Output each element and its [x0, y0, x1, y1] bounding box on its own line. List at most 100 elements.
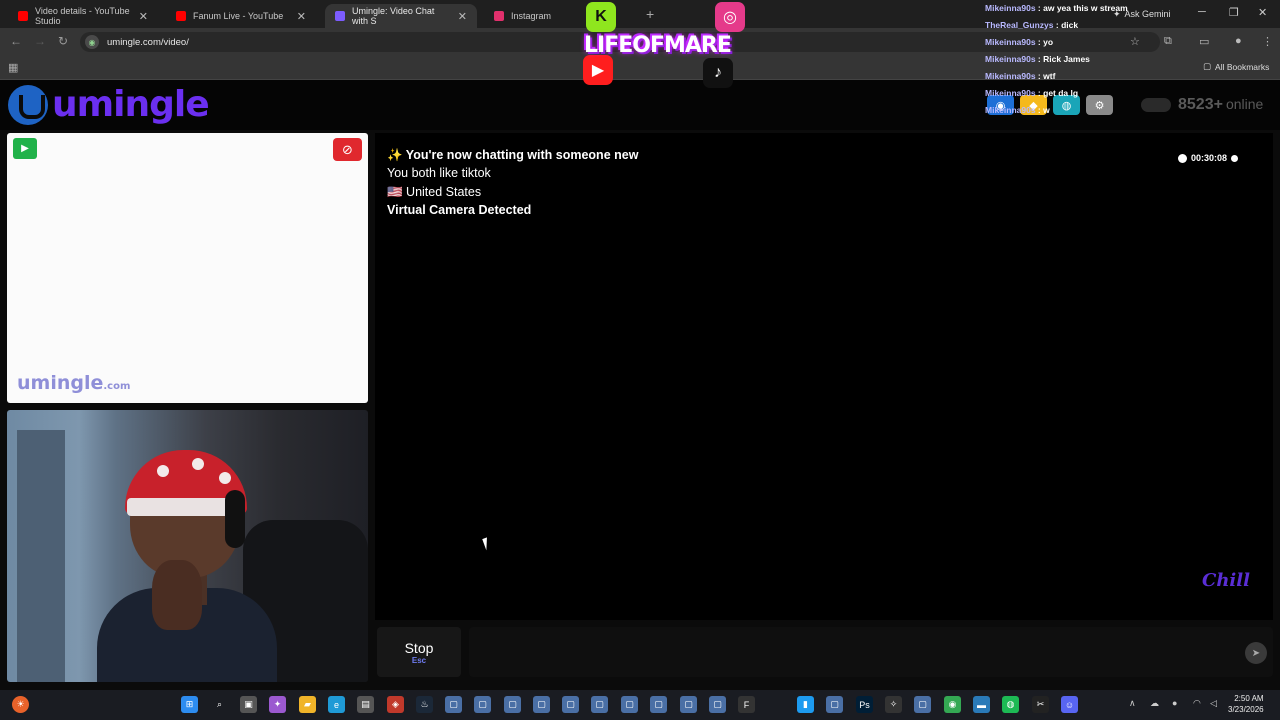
app-icon[interactable]: ▢: [474, 696, 491, 713]
maximize-icon[interactable]: ❐: [1229, 6, 1239, 19]
watermark-text: umingle: [17, 372, 104, 394]
capcut-icon[interactable]: ✂: [1032, 696, 1049, 713]
online-label: online: [1225, 96, 1264, 112]
extensions-icon[interactable]: ⧉: [1164, 35, 1172, 48]
timer-value: 00:30:08: [1191, 153, 1228, 163]
clock-time: 2:50 AM: [1234, 694, 1264, 703]
app-icon[interactable]: ▮: [797, 696, 814, 713]
app-icon[interactable]: ▢: [562, 696, 579, 713]
app-icon[interactable]: ▢: [826, 696, 843, 713]
copilot-icon[interactable]: ✦: [269, 696, 286, 713]
stream-chat-separator: :: [1035, 37, 1044, 47]
browser-tab[interactable]: Fanum Live - YouTube ✕: [166, 4, 316, 28]
stream-chat-text: Rick James: [1043, 54, 1090, 64]
person-hand: [152, 560, 202, 630]
camera-off-icon[interactable]: ⊘: [333, 138, 362, 161]
app-icon[interactable]: ▢: [591, 696, 608, 713]
stream-chat-user: TheReal_Gunzys: [985, 20, 1054, 30]
umingle-logo[interactable]: umingle: [8, 84, 210, 125]
tab-title: Fanum Live - YouTube: [193, 11, 284, 21]
background-door: [17, 430, 65, 682]
stream-chat-user: Mikeinna90s: [985, 3, 1036, 13]
mic-icon[interactable]: ●: [1172, 698, 1177, 708]
tab-close-icon[interactable]: ✕: [458, 10, 467, 23]
tab-close-icon[interactable]: ✕: [139, 10, 148, 23]
info-icon[interactable]: [1231, 154, 1239, 162]
app-icon[interactable]: ▬: [973, 696, 990, 713]
store-icon[interactable]: ▤: [357, 696, 374, 713]
photoshop-icon[interactable]: Ps: [856, 696, 873, 713]
theme-toggle[interactable]: [1141, 98, 1171, 112]
edge-icon[interactable]: e: [328, 696, 345, 713]
forward-icon[interactable]: →: [34, 34, 46, 48]
discord-icon[interactable]: ☺: [1061, 696, 1078, 713]
stream-chat-user: Mikeinna90s: [985, 37, 1036, 47]
stream-chat-message: Mikeinna90s : get da lg: [985, 85, 1128, 102]
tab-favicon-icon: [18, 11, 28, 21]
stream-chat-overlay: Mikeinna90s : aw yea this w stream TheRea…: [985, 0, 1128, 119]
cast-icon[interactable]: ▭: [1199, 35, 1209, 48]
reload-icon[interactable]: ↻: [58, 34, 68, 48]
taskbar-clock[interactable]: 2:50 AM 3/23/2026: [1228, 693, 1264, 715]
message-input[interactable]: [469, 627, 1273, 677]
spotify-icon[interactable]: ◍: [1002, 696, 1019, 713]
site-info-icon[interactable]: ◉: [85, 35, 99, 49]
app-icon[interactable]: ✧: [885, 696, 902, 713]
tab-title: Video details - YouTube Studio: [35, 6, 130, 26]
search-icon[interactable]: ⌕: [211, 696, 228, 713]
weather-widget-icon[interactable]: ☀: [12, 696, 29, 713]
file-explorer-icon[interactable]: ▰: [299, 696, 316, 713]
task-view-icon[interactable]: ▣: [240, 696, 257, 713]
stream-chat-message: Mikeinna90s : yo: [985, 34, 1128, 51]
session-timer: 00:30:08: [1178, 153, 1239, 163]
minimize-icon[interactable]: ─: [1198, 6, 1206, 18]
stop-button[interactable]: Stop Esc: [377, 627, 461, 677]
app-icon[interactable]: ▢: [709, 696, 726, 713]
beanie-dot: [192, 458, 204, 470]
star-icon[interactable]: ☆: [1130, 35, 1140, 48]
close-window-icon[interactable]: ✕: [1258, 6, 1267, 19]
app-icon[interactable]: ▢: [533, 696, 550, 713]
browser-tab[interactable]: Video details - YouTube Studio ✕: [8, 4, 158, 28]
app-icon[interactable]: ▢: [680, 696, 697, 713]
stream-chat-text: get da lg: [1043, 88, 1079, 98]
fanatical-icon[interactable]: F: [738, 696, 755, 713]
url-text: umingle.com/video/: [107, 36, 189, 48]
profile-avatar[interactable]: ●: [1235, 35, 1242, 47]
stream-chat-text: dick: [1061, 20, 1079, 30]
chat-system-message: ✨ You're now chatting with someone new: [387, 148, 639, 162]
tray-chevron-icon[interactable]: ∧: [1129, 698, 1136, 709]
steam-icon[interactable]: ♨: [416, 696, 433, 713]
tab-close-icon[interactable]: ✕: [297, 10, 306, 23]
apps-grid-icon[interactable]: ▦: [8, 61, 18, 74]
send-icon[interactable]: ➤: [1245, 642, 1267, 664]
onedrive-icon[interactable]: ☁: [1150, 698, 1159, 709]
clock-icon: [1178, 153, 1187, 163]
app-icon[interactable]: ▢: [504, 696, 521, 713]
app-icon[interactable]: ▢: [445, 696, 462, 713]
play-icon[interactable]: ▶: [13, 138, 37, 159]
online-count: 8523+: [1178, 96, 1223, 113]
back-icon[interactable]: ←: [10, 34, 22, 48]
volume-icon[interactable]: ◁: [1210, 698, 1217, 709]
stream-chat-separator: :: [1035, 105, 1044, 115]
start-icon[interactable]: ⊞: [181, 696, 198, 713]
app-icon[interactable]: ◈: [387, 696, 404, 713]
browser-tab[interactable]: Umingle: Video Chat with S ✕: [325, 4, 477, 28]
stream-chat-message: Mikeinna90s : wtf: [985, 68, 1128, 85]
all-bookmarks-button[interactable]: ▢ All Bookmarks: [1203, 61, 1269, 72]
tiktok-icon: ♪: [703, 58, 733, 88]
stranger-video: [7, 133, 368, 403]
app-icon[interactable]: ▢: [650, 696, 667, 713]
stream-chat-text: yo: [1043, 37, 1054, 47]
menu-icon[interactable]: ⋮: [1262, 35, 1273, 48]
wifi-icon[interactable]: ◠: [1193, 698, 1201, 709]
overlay-name: LIFEOFMARE: [584, 33, 732, 58]
app-icon[interactable]: ▢: [621, 696, 638, 713]
chat-system-message: Virtual Camera Detected: [387, 202, 532, 217]
stop-shortcut: Esc: [411, 655, 427, 665]
stream-chat-separator: :: [1035, 88, 1044, 98]
chrome-icon[interactable]: ◉: [944, 696, 961, 713]
beanie-dot: [219, 472, 231, 484]
app-icon[interactable]: ▢: [914, 696, 931, 713]
